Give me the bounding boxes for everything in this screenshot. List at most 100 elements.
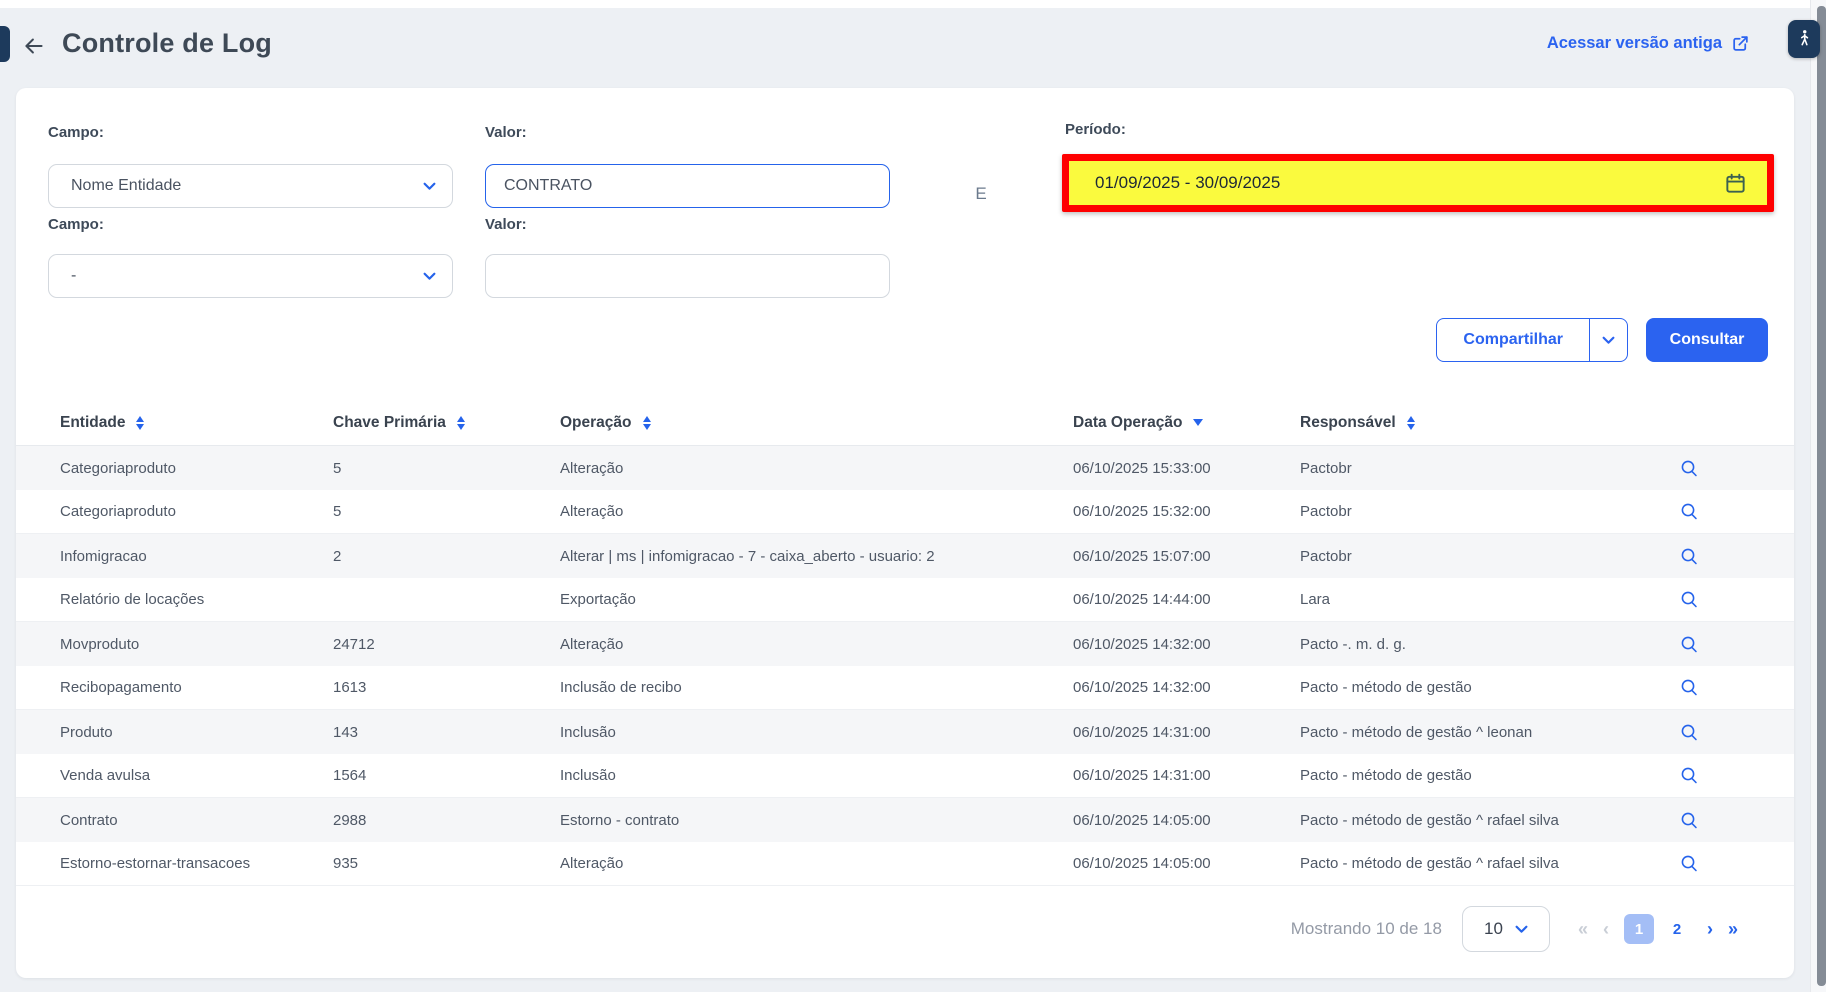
column-label: Responsável [1300,414,1396,432]
cell-responsavel: Pacto - método de gestão ^ rafael silva [1300,855,1663,872]
row-detail-search-icon[interactable] [1663,677,1794,698]
share-button-label[interactable]: Compartilhar [1437,319,1589,361]
pagination-controls: « ‹ 12 › » [1578,914,1738,944]
table-row: Movproduto24712Alteração06/10/2025 14:32… [16,622,1794,666]
back-arrow-icon [21,33,47,59]
column-header-entidade[interactable]: Entidade [60,414,333,432]
old-version-label: Acessar versão antiga [1547,34,1722,53]
accessibility-widget-button[interactable] [1788,20,1820,58]
sort-icon[interactable] [1407,416,1415,430]
old-version-link[interactable]: Acessar versão antiga [1547,34,1750,53]
sort-icon[interactable] [136,416,144,430]
table-header-row: EntidadeChave Primária OperaçãoData Opera… [16,400,1794,446]
cell-responsavel: Lara [1300,591,1663,608]
sort-icon[interactable] [643,416,651,430]
row-detail-search-icon[interactable] [1663,722,1794,743]
page-title: Controle de Log [62,28,272,59]
sort-desc-icon[interactable] [1193,419,1203,426]
share-split-button[interactable]: Compartilhar [1436,318,1628,362]
actions-bar: Compartilhar Consultar [1436,318,1768,362]
cell-operacao: Alteração [560,460,1073,477]
cell-chave-primaria: 1613 [333,679,560,696]
column-label: Chave Primária [333,414,446,432]
filter-and-results-card: Campo: Nome Entidade Valor: E Período: 0… [16,88,1794,978]
valor2-input[interactable] [486,267,889,285]
row-detail-search-icon[interactable] [1663,810,1794,831]
table-row: Categoriaproduto5Alteração06/10/2025 15:… [16,446,1794,490]
page-size-select[interactable]: 10 [1462,906,1550,952]
table-row: Recibopagamento1613Inclusão de recibo06/… [16,666,1794,710]
cell-operacao: Exportação [560,591,1073,608]
campo1-select[interactable]: Nome Entidade [48,164,453,208]
campo2-select[interactable]: - [48,254,453,298]
column-header-chave-primaria[interactable]: Chave Primária [333,414,560,432]
cell-operacao: Inclusão de recibo [560,679,1073,696]
valor1-input[interactable] [486,177,889,195]
valor2-field [485,254,890,298]
cell-chave-primaria: 2988 [333,812,560,829]
page-button-2[interactable]: 2 [1662,914,1692,944]
row-detail-search-icon[interactable] [1663,458,1794,479]
cell-responsavel: Pacto - método de gestão [1300,767,1663,784]
consult-button[interactable]: Consultar [1646,318,1768,362]
cell-entidade: Relatório de locações [60,591,333,608]
periodo-daterange-field[interactable]: 01/09/2025 - 30/09/2025 [1062,154,1774,212]
sidebar-collapsed-tab[interactable] [0,26,10,62]
filter-connector-label: E [968,184,994,204]
cell-data-operacao: 06/10/2025 14:32:00 [1073,679,1300,696]
log-control-page: Controle de Log Acessar versão antiga Ca… [0,0,1826,992]
cell-entidade: Produto [60,724,333,741]
page-button-1[interactable]: 1 [1624,914,1654,944]
sort-icon[interactable] [457,416,465,430]
pagination-bar: Mostrando 10 de 18 10 « ‹ 12 › » [1291,906,1738,952]
share-dropdown-toggle[interactable] [1589,319,1627,361]
table-row: Estorno-estornar-transacoes935Alteração0… [16,842,1794,886]
table-body: Categoriaproduto5Alteração06/10/2025 15:… [16,446,1794,886]
cell-entidade: Infomigracao [60,548,333,565]
vertical-scrollbar[interactable] [1810,0,1826,992]
row-detail-search-icon[interactable] [1663,765,1794,786]
valor1-field [485,164,890,208]
cell-responsavel: Pactobr [1300,548,1663,565]
prev-page-button[interactable]: ‹ [1603,919,1609,940]
cell-entidade: Venda avulsa [60,767,333,784]
last-page-button[interactable]: » [1728,919,1738,940]
valor2-label: Valor: [485,216,527,233]
cell-entidade: Movproduto [60,636,333,653]
page-number-list: 12 [1624,914,1692,944]
periodo-label: Período: [1065,121,1126,138]
row-detail-search-icon[interactable] [1663,853,1794,874]
table-row: Venda avulsa1564Inclusão06/10/2025 14:31… [16,754,1794,798]
next-page-button[interactable]: › [1707,919,1713,940]
page-size-value: 10 [1484,919,1503,939]
first-page-button[interactable]: « [1578,919,1588,940]
row-detail-search-icon[interactable] [1663,501,1794,522]
campo1-selected-value: Nome Entidade [71,177,181,195]
log-table: EntidadeChave Primária OperaçãoData Opera… [16,400,1794,886]
scrollbar-thumb[interactable] [1817,6,1826,986]
chevron-down-icon [423,182,436,191]
cell-data-operacao: 06/10/2025 14:44:00 [1073,591,1300,608]
external-link-icon [1731,34,1750,53]
cell-chave-primaria: 24712 [333,636,560,653]
cell-data-operacao: 06/10/2025 14:32:00 [1073,636,1300,653]
row-detail-search-icon[interactable] [1663,589,1794,610]
cell-data-operacao: 06/10/2025 14:31:00 [1073,767,1300,784]
column-header-responsavel[interactable]: Responsável [1300,414,1663,432]
back-button[interactable] [20,32,48,60]
row-detail-search-icon[interactable] [1663,634,1794,655]
cell-chave-primaria: 143 [333,724,560,741]
accessibility-person-icon [1795,28,1813,50]
row-detail-search-icon[interactable] [1663,546,1794,567]
calendar-icon[interactable] [1724,172,1747,195]
chevron-down-icon [423,272,436,281]
periodo-value: 01/09/2025 - 30/09/2025 [1095,173,1280,193]
cell-operacao: Inclusão [560,724,1073,741]
column-header-data-operacao[interactable]: Data Operação [1073,414,1300,432]
cell-responsavel: Pacto - método de gestão [1300,679,1663,696]
cell-operacao: Alterar | ms | infomigracao - 7 - caixa_… [560,548,1073,565]
cell-entidade: Contrato [60,812,333,829]
cell-chave-primaria: 1564 [333,767,560,784]
column-header-operacao[interactable]: Operação [560,414,1073,432]
cell-data-operacao: 06/10/2025 14:05:00 [1073,812,1300,829]
